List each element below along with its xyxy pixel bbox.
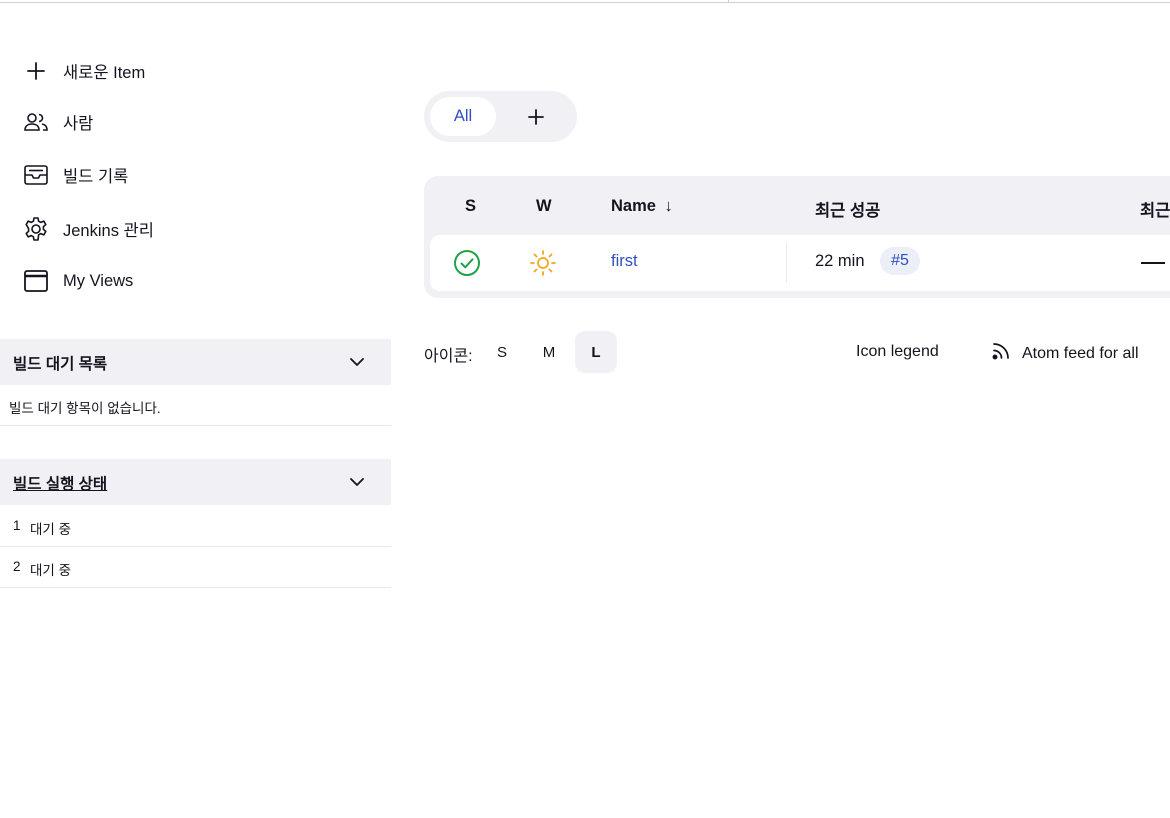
executors-title[interactable]: 빌드 실행 상태 <box>13 472 107 494</box>
plus-icon <box>22 57 50 85</box>
header-weather[interactable]: W <box>536 197 552 216</box>
add-view-button[interactable] <box>520 101 552 133</box>
executors-header: 빌드 실행 상태 <box>0 459 391 505</box>
chevron-down-icon[interactable] <box>346 471 368 493</box>
icon-size-medium[interactable]: M <box>528 331 570 373</box>
header-name[interactable]: Name ↓ <box>611 197 673 216</box>
atom-feed-link[interactable]: Atom feed for all <box>990 340 1139 367</box>
build-queue-empty-text: 빌드 대기 항목이 없습니다. <box>9 401 161 416</box>
build-queue-empty: 빌드 대기 항목이 없습니다. <box>0 385 391 426</box>
task-label: My Views <box>63 271 134 290</box>
inbox-icon <box>22 161 50 189</box>
success-check-icon <box>453 249 481 282</box>
header-status[interactable]: S <box>465 197 476 216</box>
icon-size-large[interactable]: L <box>575 331 617 373</box>
top-edge <box>0 0 1170 14</box>
icon-size-small[interactable]: S <box>481 331 523 373</box>
tab-all[interactable]: All <box>430 97 496 136</box>
icon-legend-link[interactable]: Icon legend <box>856 343 939 361</box>
people-icon <box>22 108 50 136</box>
task-label: 새로운 Item <box>63 64 146 82</box>
task-new-item[interactable]: 새로운 Item <box>22 53 145 89</box>
rss-icon <box>990 340 1012 367</box>
executor-status: 대기 중 <box>30 522 72 537</box>
executor-row: 2 대기 중 <box>0 547 391 588</box>
sunny-icon <box>529 249 557 282</box>
task-manage-jenkins[interactable]: Jenkins 관리 <box>22 211 154 247</box>
sort-arrow-icon: ↓ <box>664 197 673 215</box>
task-label: 빌드 기록 <box>63 168 129 186</box>
executor-number: 2 <box>13 559 21 574</box>
build-queue-title: 빌드 대기 목록 <box>13 356 108 373</box>
plus-icon <box>528 109 544 125</box>
header-last-failure[interactable]: 최근 <box>1140 197 1170 221</box>
atom-feed-label: Atom feed for all <box>1022 344 1139 362</box>
last-success-time: 22 min <box>815 252 865 270</box>
task-my-views[interactable]: My Views <box>22 263 133 299</box>
table-row: first 22 min #5 — <box>430 235 1170 291</box>
build-number-badge[interactable]: #5 <box>880 247 920 275</box>
gear-icon <box>22 215 50 243</box>
task-build-history[interactable]: 빌드 기록 <box>22 157 128 193</box>
header-last-success[interactable]: 최근 성공 <box>815 197 880 221</box>
chevron-down-icon[interactable] <box>346 351 368 373</box>
projects-table: S W Name ↓ 최근 성공 최근 first 22 min #5 — <box>424 176 1170 298</box>
job-link-first[interactable]: first <box>611 252 638 271</box>
task-label: 사람 <box>63 115 94 133</box>
executor-row: 1 대기 중 <box>0 506 391 547</box>
executor-status: 대기 중 <box>30 563 72 578</box>
top-divider <box>0 2 1170 3</box>
last-failure-dash <box>1141 262 1165 264</box>
column-divider <box>786 243 787 283</box>
task-label: Jenkins 관리 <box>63 222 154 240</box>
view-tabs: All <box>424 91 577 142</box>
window-icon <box>22 267 50 295</box>
icon-size-label: 아이콘: <box>424 348 473 365</box>
header-name-label: Name <box>611 197 656 215</box>
top-divider-tick <box>728 0 729 3</box>
executor-number: 1 <box>13 518 21 533</box>
build-queue-header: 빌드 대기 목록 <box>0 339 391 385</box>
task-people[interactable]: 사람 <box>22 104 93 140</box>
